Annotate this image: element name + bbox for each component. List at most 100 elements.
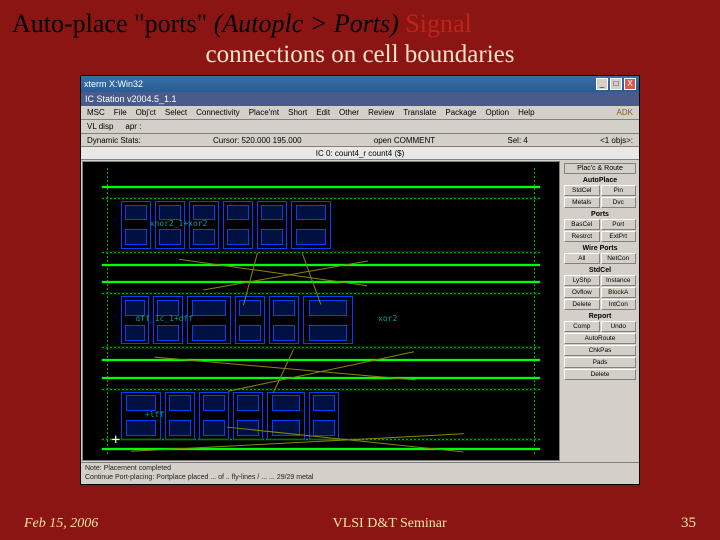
cell-instance: [257, 201, 287, 249]
menu-item[interactable]: File: [114, 108, 127, 117]
palette-button[interactable]: Ovflow: [564, 287, 600, 298]
power-rail: [102, 281, 540, 283]
cell-instance: [309, 392, 339, 440]
menu-item[interactable]: MSC: [87, 108, 105, 117]
palette-button[interactable]: Dvc: [601, 197, 637, 208]
menubar: MSC File Obj'ct Select Connectivity Plac…: [81, 106, 639, 120]
inner-title: IC Station v2004.5_1.1: [85, 94, 177, 104]
vertical-rail: [534, 168, 535, 454]
menu-item[interactable]: Review: [368, 108, 394, 117]
palette-button[interactable]: AutoRoute: [564, 333, 636, 344]
slide-title: Auto-place "ports" (Autoplc > Ports) Sig…: [0, 0, 720, 41]
close-button[interactable]: X: [624, 78, 636, 90]
status-line-1: Note: Placement completed: [85, 465, 635, 473]
palette-button[interactable]: ChkPas: [564, 345, 636, 356]
vertical-rail: [107, 168, 108, 454]
section-label: Ports: [564, 211, 636, 218]
cursor-readout: Cursor: 520.000 195.000: [213, 136, 302, 145]
palette-button[interactable]: Delete: [564, 369, 636, 380]
palette-button[interactable]: All: [564, 253, 600, 264]
sidebar-panel: Plac'c & Route AutoPlace StdCelPin Metal…: [561, 160, 639, 462]
palette-button[interactable]: LyShp: [564, 275, 600, 286]
palette-button[interactable]: ExtPrt: [601, 231, 637, 242]
maximize-button[interactable]: □: [610, 78, 622, 90]
title-part-1: Auto-place "ports": [12, 9, 214, 38]
instance-label: +lff: [145, 410, 164, 419]
title-part-2: (Autoplc > Ports): [214, 9, 406, 38]
palette-button[interactable]: Delete: [564, 299, 600, 310]
menu-item[interactable]: Short: [288, 108, 307, 117]
menu-item[interactable]: Edit: [316, 108, 330, 117]
menu-item[interactable]: Package: [445, 108, 476, 117]
cell-instance: [291, 201, 331, 249]
tool-label: VL disp: [87, 122, 113, 131]
menu-item[interactable]: Connectivity: [196, 108, 240, 117]
slide-subtitle: connections on cell boundaries: [0, 41, 720, 75]
cell-instance: [199, 392, 229, 440]
app-window: xterm X:Win32 _ □ X IC Station v2004.5_1…: [80, 75, 640, 485]
outer-titlebar: xterm X:Win32 _ □ X: [81, 76, 639, 92]
footer-date: Feb 15, 2006: [24, 516, 98, 532]
content-area: xterm X:Win32 _ □ X IC Station v2004.5_1…: [0, 75, 720, 509]
window-buttons: _ □ X: [596, 78, 636, 90]
palette-button[interactable]: Pads: [564, 357, 636, 368]
palette-button[interactable]: Restrct: [564, 231, 600, 242]
cell-instance: [223, 201, 253, 249]
title-part-3: Signal: [405, 9, 471, 38]
open-label: open: [374, 136, 392, 145]
section-label: Wire Ports: [564, 245, 636, 252]
cell-instance: [165, 392, 195, 440]
objects-count: <1 objs>:: [600, 136, 633, 145]
dynamic-status-label: Dynamic Stats:: [87, 136, 141, 145]
layout-canvas[interactable]: xnor2_1+xor2 dff_1c_1+dff xor2 +lff +: [82, 161, 560, 461]
palette-button[interactable]: Instance: [601, 275, 637, 286]
open-value: COMMENT: [394, 136, 435, 145]
cell-instance: [187, 296, 231, 344]
main-area: xnor2_1+xor2 dff_1c_1+dff xor2 +lff +: [81, 160, 639, 462]
cell-boundary: [102, 252, 540, 253]
selection-count: Sel: 4: [507, 136, 527, 145]
palette-header: Plac'c & Route: [564, 163, 636, 174]
cell-instance: [235, 296, 265, 344]
palette-button[interactable]: StdCel: [564, 185, 600, 196]
section-label: AutoPlace: [564, 177, 636, 184]
minimize-button[interactable]: _: [596, 78, 608, 90]
menu-item[interactable]: Place'mt: [249, 108, 279, 117]
palette-button[interactable]: Port: [601, 219, 637, 230]
status-line-2: Continue Port-placing: Portplace placed …: [85, 474, 635, 482]
palette-button[interactable]: Metals: [564, 197, 600, 208]
palette-button[interactable]: Undo: [601, 321, 637, 332]
menu-item[interactable]: Other: [339, 108, 359, 117]
menu-item[interactable]: Obj'ct: [136, 108, 156, 117]
palette-button[interactable]: NetCon: [601, 253, 637, 264]
cell-instance: [269, 296, 299, 344]
power-rail: [102, 377, 540, 379]
palette-button[interactable]: BlockA: [601, 287, 637, 298]
menu-item[interactable]: Translate: [403, 108, 436, 117]
power-rail: [102, 264, 540, 266]
palette-button[interactable]: BasCel: [564, 219, 600, 230]
cell-boundary: [102, 198, 540, 199]
flyline: [273, 349, 294, 393]
palette-button[interactable]: Pin: [601, 185, 637, 196]
power-rail: [102, 186, 540, 188]
slide: Auto-place "ports" (Autoplc > Ports) Sig…: [0, 0, 720, 540]
outer-title: xterm X:Win32: [84, 79, 596, 89]
menu-item[interactable]: Help: [518, 108, 534, 117]
section-label: Report: [564, 313, 636, 320]
menu-item[interactable]: Option: [486, 108, 510, 117]
menu-item[interactable]: Select: [165, 108, 187, 117]
palette-button[interactable]: IntCon: [601, 299, 637, 310]
menu-item-adk[interactable]: ADK: [617, 108, 633, 117]
footer-center: VLSI D&T Seminar: [333, 516, 447, 532]
tool-label: apr :: [125, 122, 141, 131]
cell-boundary: [102, 293, 540, 294]
cell-path: IC 0: count4_r count4 ($): [81, 147, 639, 160]
footer-page-number: 35: [681, 515, 696, 532]
slide-footer: Feb 15, 2006 VLSI D&T Seminar 35: [0, 509, 720, 540]
instance-label: xnor2_1+xor2: [150, 219, 208, 228]
cell-boundary: [102, 347, 540, 348]
palette-button[interactable]: Comp: [564, 321, 600, 332]
cursor-cross-icon: +: [112, 432, 120, 448]
toolbar-row: VL disp apr :: [81, 120, 639, 134]
